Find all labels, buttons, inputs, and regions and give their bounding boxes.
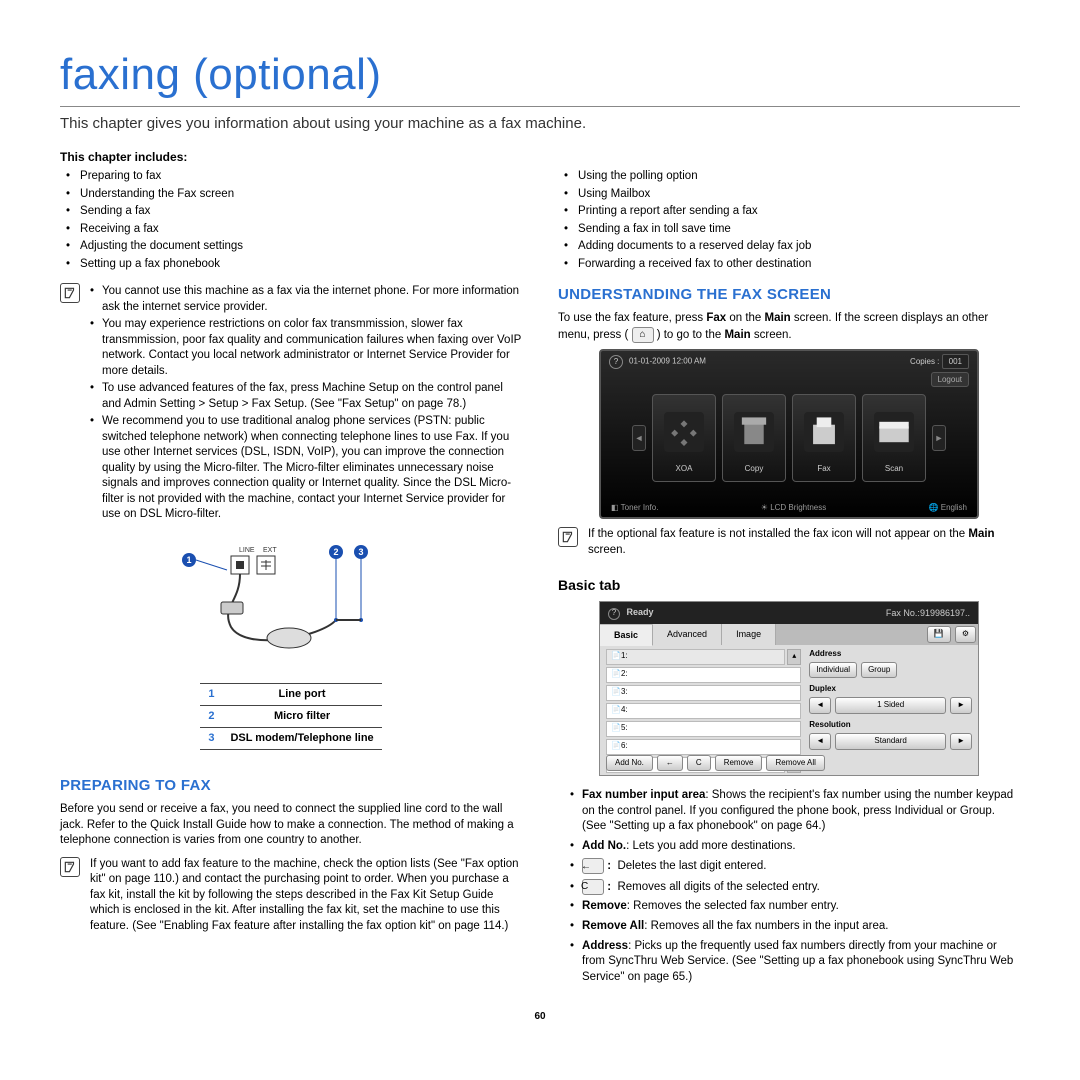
section-understanding: UNDERSTANDING THE FAX SCREEN	[558, 285, 1020, 305]
fax-row[interactable]: 📄 3:	[606, 685, 801, 701]
page-number: 60	[60, 1011, 1020, 1022]
subsection-basic-tab: Basic tab	[558, 576, 1020, 595]
removeall-button[interactable]: Remove All	[766, 755, 824, 772]
settings-icon[interactable]: ⚙	[955, 626, 976, 643]
tab-advanced[interactable]: Advanced	[653, 624, 722, 645]
fax-row[interactable]: 📄 6:	[606, 739, 801, 755]
tab-basic[interactable]: Basic	[600, 625, 653, 646]
note-body: If you want to add fax feature to the ma…	[90, 857, 522, 935]
logout-button[interactable]: Logout	[931, 372, 969, 387]
note-icon	[60, 857, 80, 877]
help-icon: ?	[608, 608, 620, 620]
language[interactable]: 🌐 English	[929, 503, 967, 514]
list-item: You cannot use this machine as a fax via…	[90, 283, 522, 316]
list-item: Setting up a fax phonebook	[60, 256, 522, 274]
individual-button[interactable]: Individual	[809, 662, 857, 679]
clear-icon: C	[582, 879, 604, 895]
fax-row[interactable]: 📄 1:	[606, 649, 785, 665]
list-item: Using Mailbox	[558, 186, 1020, 204]
note-icon	[60, 283, 80, 303]
list-item: Adjusting the document settings	[60, 238, 522, 256]
chapter-title: faxing (optional)	[60, 50, 1020, 107]
lcd-brightness[interactable]: ☀ LCD Brightness	[761, 503, 826, 514]
list-item: You may experience restrictions on color…	[90, 316, 522, 380]
list-item: Receiving a fax	[60, 221, 522, 239]
main-screen-mock: ?01-01-2009 12:00 AM Copies : 001 Logout…	[599, 349, 979, 519]
list-item: Sending a fax in toll save time	[558, 221, 1020, 239]
duplex-value: 1 Sided	[835, 697, 946, 714]
note-body: If the optional fax feature is not insta…	[588, 527, 1020, 558]
note-list: You cannot use this machine as a fax via…	[90, 283, 522, 524]
fax-row[interactable]: 📄 2:	[606, 667, 801, 683]
includes-label: This chapter includes:	[60, 150, 1020, 164]
duplex-prev[interactable]: ◄	[809, 697, 831, 714]
list-item: We recommend you to use traditional anal…	[90, 413, 522, 524]
svg-text:3: 3	[358, 547, 363, 557]
home-icon: ⌂	[632, 327, 654, 343]
fax-row[interactable]: 📄 5:	[606, 721, 801, 737]
list-item: Printing a report after sending a fax	[558, 203, 1020, 221]
menu-card-copy[interactable]: Copy	[722, 394, 786, 482]
res-next[interactable]: ►	[950, 733, 972, 750]
next-arrow-icon[interactable]: ►	[932, 425, 946, 451]
menu-card-xoa[interactable]: XOA	[652, 394, 716, 482]
includes-list-right: Using the polling option Using Mailbox P…	[558, 168, 1020, 273]
understanding-lead: To use the fax feature, press Fax on the…	[558, 311, 1020, 343]
scroll-up-icon[interactable]: ▴	[787, 649, 801, 665]
res-prev[interactable]: ◄	[809, 733, 831, 750]
wiring-diagram: 1 LINE EXT 2	[60, 536, 522, 764]
chapter-intro: This chapter gives you information about…	[60, 115, 1020, 132]
list-item: Understanding the Fax screen	[60, 186, 522, 204]
fax-row[interactable]: 📄 4:	[606, 703, 801, 719]
save-icon[interactable]: 💾	[927, 626, 951, 643]
clear-button[interactable]: C	[687, 755, 711, 772]
svg-text:2: 2	[333, 547, 338, 557]
basic-tab-desc-list: Fax number input area: Shows the recipie…	[558, 786, 1020, 987]
menu-card-scan[interactable]: Scan	[862, 394, 926, 482]
menu-card-fax[interactable]: Fax	[792, 394, 856, 482]
list-item: To use advanced features of the fax, pre…	[90, 380, 522, 413]
note-icon	[558, 527, 578, 547]
group-button[interactable]: Group	[861, 662, 897, 679]
section-preparing: PREPARING TO FAX	[60, 776, 522, 796]
svg-text:1: 1	[186, 555, 191, 565]
list-item: Adding documents to a reserved delay fax…	[558, 238, 1020, 256]
list-item: Using the polling option	[558, 168, 1020, 186]
backspace-icon: ←	[582, 858, 604, 874]
includes-list-left: Preparing to fax Understanding the Fax s…	[60, 168, 522, 273]
list-item: Forwarding a received fax to other desti…	[558, 256, 1020, 274]
addno-button[interactable]: Add No.	[606, 755, 653, 772]
duplex-next[interactable]: ►	[950, 697, 972, 714]
preparing-body: Before you send or receive a fax, you ne…	[60, 802, 522, 849]
fax-basic-screen-mock: ? Ready Fax No.:919986197.. Basic Advanc…	[599, 601, 979, 776]
help-icon: ?	[609, 355, 623, 369]
diagram-legend: 1Line port 2Micro filter 3DSL modem/Tele…	[200, 683, 381, 750]
diagram-line-label: LINE	[239, 547, 255, 554]
res-value: Standard	[835, 733, 946, 750]
backspace-button[interactable]: ←	[657, 755, 683, 772]
remove-button[interactable]: Remove	[715, 755, 763, 772]
list-item: Preparing to fax	[60, 168, 522, 186]
diagram-ext-label: EXT	[263, 547, 277, 554]
list-item: Sending a fax	[60, 203, 522, 221]
tab-image[interactable]: Image	[722, 624, 776, 645]
prev-arrow-icon[interactable]: ◄	[632, 425, 646, 451]
toner-info[interactable]: ◧ Toner Info.	[611, 503, 658, 514]
